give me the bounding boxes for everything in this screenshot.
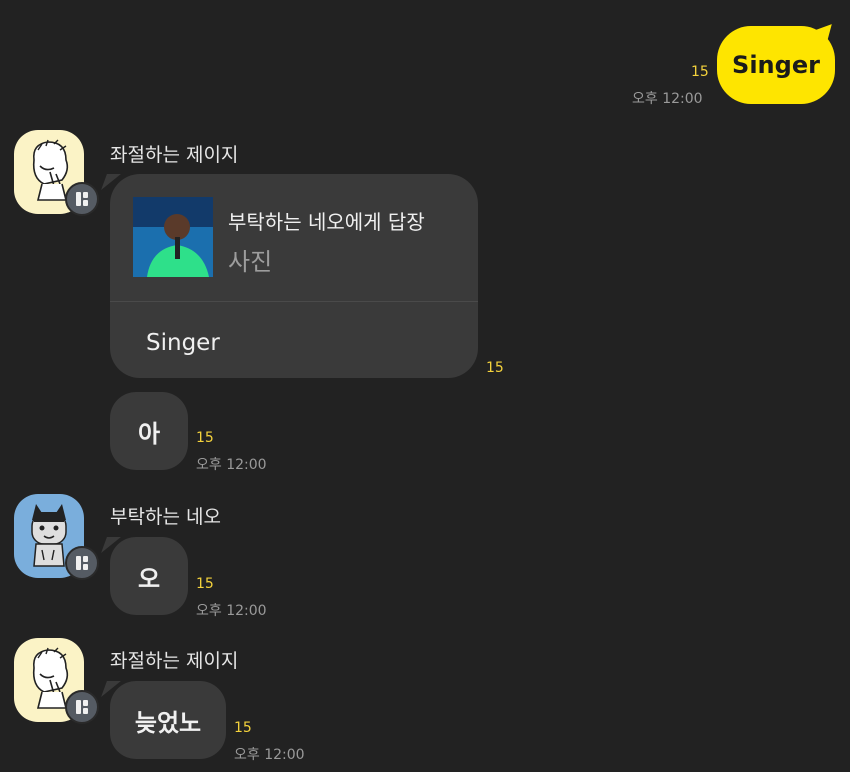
reply-unread-count: 15	[486, 360, 504, 376]
message-unread-count: 15	[234, 720, 252, 736]
message-text: 늦었노	[134, 708, 202, 737]
message-text: 오	[137, 564, 161, 593]
friend-badge-icon	[65, 546, 99, 580]
reply-message-bubble[interactable]: 부탁하는 네오에게 답장 사진 Singer	[110, 174, 478, 378]
message-text: 아	[137, 419, 161, 448]
outgoing-message-bubble[interactable]: Singer	[717, 26, 835, 104]
reply-divider	[110, 301, 478, 302]
message-bubble[interactable]: 오	[110, 537, 188, 615]
outgoing-message-text: Singer	[732, 51, 820, 79]
message-bubble[interactable]: 늦었노	[110, 681, 226, 759]
outgoing-timestamp: 오후 12:00	[632, 91, 703, 107]
outgoing-unread-count: 15	[691, 64, 709, 80]
message-timestamp: 오후 12:00	[234, 747, 305, 763]
reply-photo-thumbnail[interactable]	[133, 197, 213, 277]
message-timestamp: 오후 12:00	[196, 457, 267, 473]
friend-badge-icon	[65, 182, 99, 216]
reply-attachment-type: 사진	[228, 248, 273, 276]
message-unread-count: 15	[196, 576, 214, 592]
message-bubble[interactable]: 아	[110, 392, 188, 470]
friend-badge-icon	[65, 690, 99, 724]
singer-photo-icon	[133, 197, 213, 277]
message-timestamp: 오후 12:00	[196, 603, 267, 619]
reply-message-text: Singer	[146, 330, 220, 356]
sender-name-neo: 부탁하는 네오	[110, 506, 221, 528]
reply-target-label: 부탁하는 네오에게 답장	[228, 210, 425, 234]
message-unread-count: 15	[196, 430, 214, 446]
sender-name-jayg: 좌절하는 제이지	[110, 650, 239, 672]
sender-name-jayg: 좌절하는 제이지	[110, 144, 239, 166]
